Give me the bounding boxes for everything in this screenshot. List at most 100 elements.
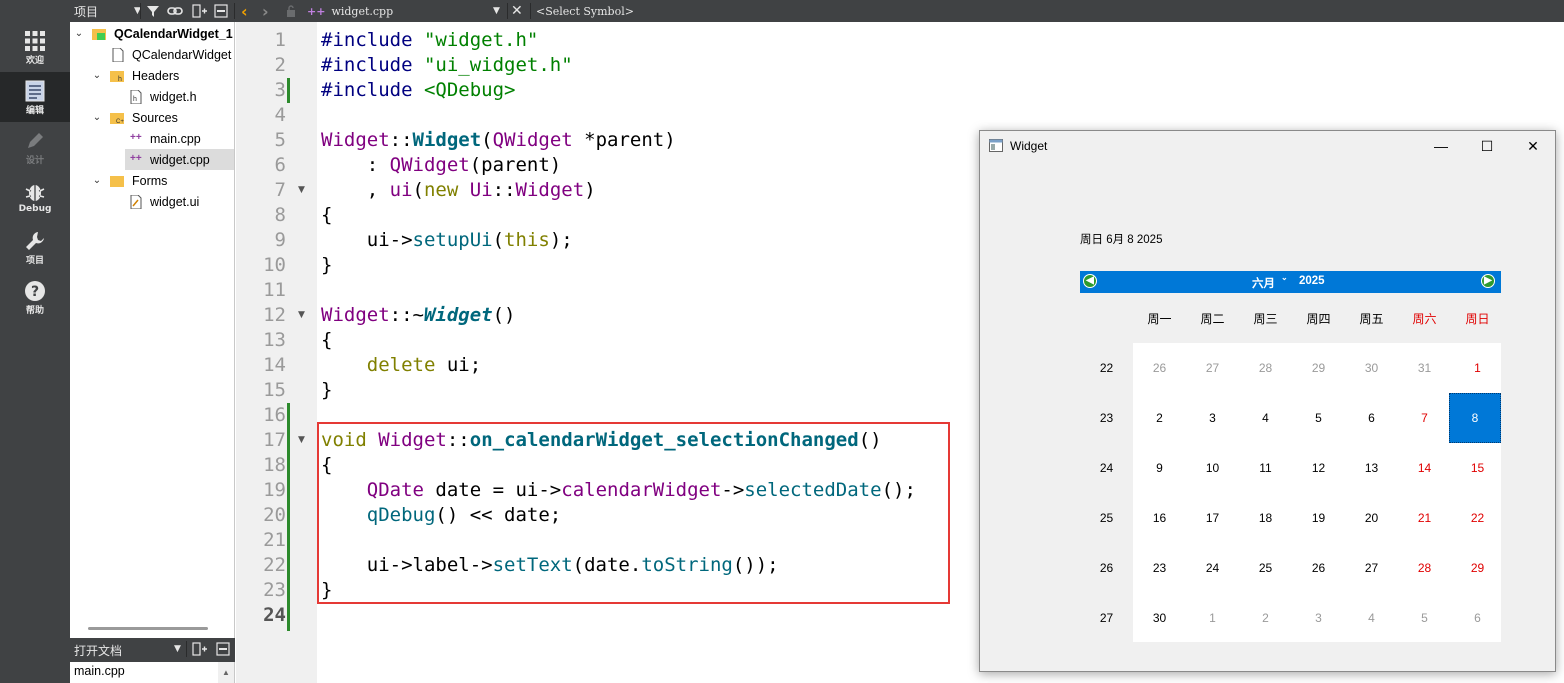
scroll-up-arrow[interactable]: ▲ <box>218 662 234 683</box>
fold-marker-icon[interactable]: ▼ <box>298 178 305 203</box>
calendar-day[interactable]: 4 <box>1345 593 1398 642</box>
calendar-day[interactable]: 17 <box>1186 493 1239 543</box>
calendar-day[interactable]: 12 <box>1292 443 1345 493</box>
calendar-day[interactable]: 5 <box>1398 593 1451 642</box>
calendar-day[interactable]: 30 <box>1345 343 1398 393</box>
calendar-day[interactable]: 28 <box>1398 543 1451 593</box>
close-document-icon[interactable]: ✕ <box>511 0 523 22</box>
tree-item-forms[interactable]: ⌄ Forms <box>70 170 234 191</box>
next-month-icon[interactable]: ▶ <box>1481 274 1495 288</box>
tree-item-label: main.cpp <box>150 131 201 146</box>
year-selector[interactable]: 2025 <box>1299 275 1325 287</box>
minimize-icon[interactable]: — <box>1418 131 1464 161</box>
calendar-day[interactable]: 23 <box>1133 543 1186 593</box>
calendar-day[interactable]: 31 <box>1398 343 1451 393</box>
mode-help[interactable]: ? 帮助 <box>0 272 70 322</box>
calendar-day[interactable]: 29 <box>1292 343 1345 393</box>
week-number: 26 <box>1099 561 1114 575</box>
weekday-header: 周五 <box>1359 311 1384 326</box>
previous-month-icon[interactable]: ◀ <box>1083 274 1097 288</box>
calendar-day[interactable]: 11 <box>1239 443 1292 493</box>
chevron-down-icon: ▼ <box>493 6 500 16</box>
close-icon[interactable]: ✕ <box>1510 131 1556 161</box>
calendar-day[interactable]: 26 <box>1292 543 1345 593</box>
symbol-selector[interactable]: <Select Symbol> <box>536 0 634 22</box>
calendar-day[interactable]: 3 <box>1186 393 1239 443</box>
calendar-day[interactable]: 24 <box>1186 543 1239 593</box>
calendar-day[interactable]: 9 <box>1133 443 1186 493</box>
chevron-down-icon[interactable]: ⌄ <box>74 28 84 39</box>
open-document-item[interactable]: main.cpp <box>74 664 125 678</box>
mode-design[interactable]: 设计 <box>0 122 70 172</box>
window-titlebar[interactable]: Widget — ☐ ✕ <box>980 131 1555 161</box>
calendar-day[interactable]: 6 <box>1345 393 1398 443</box>
calendar-day[interactable]: 19 <box>1292 493 1345 543</box>
calendar-day[interactable]: 21 <box>1398 493 1451 543</box>
tree-item-label: QCalendarWidget <box>132 47 232 62</box>
tree-item-widget-ui[interactable]: widget.ui <box>70 191 234 212</box>
calendar-day[interactable]: 26 <box>1133 343 1186 393</box>
calendar-day[interactable]: 15 <box>1451 443 1504 493</box>
mode-projects[interactable]: 项目 <box>0 222 70 272</box>
calendar-day[interactable]: 5 <box>1292 393 1345 443</box>
calendar-day[interactable]: 2 <box>1133 393 1186 443</box>
tree-item-widget-h[interactable]: h widget.h <box>70 86 234 107</box>
calendar-day[interactable]: 27 <box>1345 543 1398 593</box>
calendar-day[interactable]: 30 <box>1133 593 1186 642</box>
calendar-day[interactable]: 4 <box>1239 393 1292 443</box>
calendar-day[interactable]: 16 <box>1133 493 1186 543</box>
code-line: : QWidget(parent) <box>321 154 562 176</box>
calendar-day-selected[interactable]: 8 <box>1449 393 1501 443</box>
calendar-day[interactable]: 28 <box>1239 343 1292 393</box>
close-sidebar-icon[interactable] <box>216 642 230 659</box>
fold-marker-icon[interactable]: ▼ <box>298 428 305 453</box>
calendar-day[interactable]: 1 <box>1186 593 1239 642</box>
mode-debug[interactable]: Debug <box>0 172 70 222</box>
calendar-day[interactable]: 25 <box>1239 543 1292 593</box>
fold-marker-icon[interactable]: ▼ <box>298 303 305 328</box>
mode-welcome[interactable]: 欢迎 <box>0 22 70 72</box>
chevron-down-icon[interactable]: ⌄ <box>92 70 102 81</box>
chevron-down-icon[interactable]: ▼ <box>174 644 181 654</box>
open-documents-title: 打开文档 <box>74 644 123 658</box>
tree-item-project[interactable]: ⌄ QCalendarWidget_1 <box>70 23 234 44</box>
chevron-down-icon[interactable]: ⌄ <box>92 175 102 186</box>
calendar-day[interactable]: 10 <box>1186 443 1239 493</box>
horizontal-scrollbar[interactable] <box>88 627 208 630</box>
tree-item-headers[interactable]: ⌄ h Headers <box>70 65 234 86</box>
tree-item-main-cpp[interactable]: ++ main.cpp <box>70 128 234 149</box>
calendar-day[interactable]: 27 <box>1186 343 1239 393</box>
calendar-day[interactable]: 13 <box>1345 443 1398 493</box>
file-selector[interactable]: ++ widget.cpp ▼ <box>307 0 500 22</box>
project-view-selector[interactable]: 项目 ▼ <box>74 0 141 22</box>
maximize-icon[interactable]: ☐ <box>1464 131 1510 161</box>
calendar-day[interactable]: 22 <box>1451 493 1504 543</box>
back-arrow-icon[interactable]: ‹ <box>241 0 248 22</box>
tree-item-pro-file[interactable]: QCalendarWidget <box>70 44 234 65</box>
filter-icon[interactable] <box>146 0 160 22</box>
calendar-day[interactable]: 1 <box>1451 343 1504 393</box>
calendar-day[interactable]: 3 <box>1292 593 1345 642</box>
calendar-day[interactable]: 18 <box>1239 493 1292 543</box>
calendar-day[interactable]: 29 <box>1451 543 1504 593</box>
close-sidebar-icon[interactable] <box>214 0 228 22</box>
widget-window: Widget — ☐ ✕ 周日 6月 8 2025 ◀ 六月 ⌄ 2025 ▶ … <box>979 130 1556 672</box>
calendar-day[interactable]: 14 <box>1398 443 1451 493</box>
calendar-day[interactable]: 6 <box>1451 593 1504 642</box>
chevron-down-icon[interactable]: ⌄ <box>92 112 102 123</box>
split-icon[interactable] <box>192 642 208 659</box>
calendar-day[interactable]: 2 <box>1239 593 1292 642</box>
link-icon[interactable] <box>167 0 183 22</box>
split-icon[interactable] <box>192 0 208 22</box>
forward-arrow-icon[interactable]: › <box>262 0 269 22</box>
tree-item-sources[interactable]: ⌄ C+ Sources <box>70 107 234 128</box>
calendar-widget[interactable]: ◀ 六月 ⌄ 2025 ▶ 周一 周二 周三 周四 周五 周六 周日 22 23… <box>1080 271 1501 642</box>
month-selector[interactable]: 六月 <box>1252 275 1275 291</box>
calendar-day[interactable]: 20 <box>1345 493 1398 543</box>
tree-item-widget-cpp[interactable]: ++ widget.cpp <box>125 149 234 170</box>
cpp-file-icon: ++ <box>307 4 326 18</box>
project-tree: ⌄ QCalendarWidget_1 QCalendarWidget ⌄ h … <box>70 22 235 638</box>
calendar-day[interactable]: 7 <box>1398 393 1451 443</box>
mode-edit[interactable]: 编辑 <box>0 72 70 122</box>
modified-line-marker <box>287 78 290 103</box>
